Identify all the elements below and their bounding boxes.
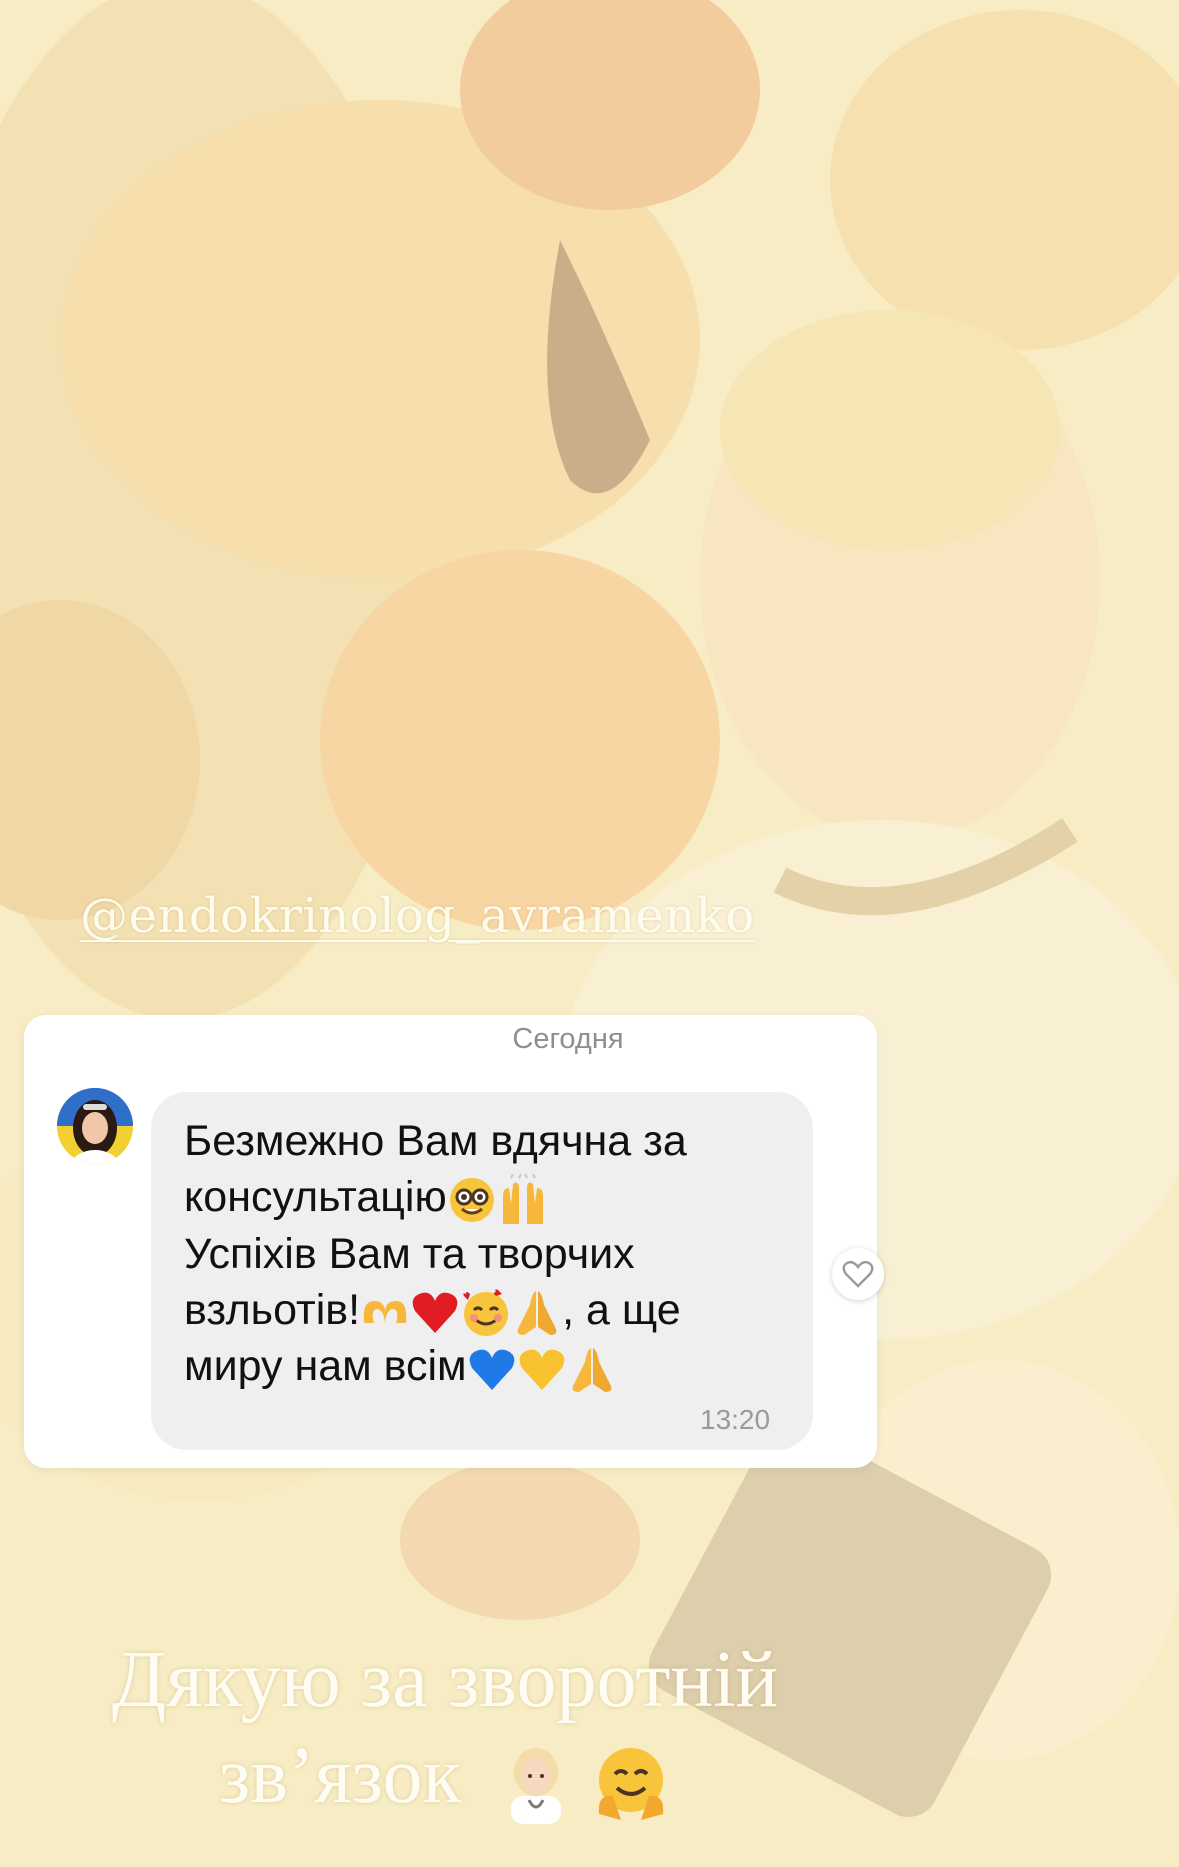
message-line: консультацію: [184, 1169, 804, 1226]
hugging-face-emoji: [599, 1747, 664, 1820]
smiling-face-with-hearts-emoji: [463, 1289, 509, 1337]
message-line-suffix: , а ще: [562, 1285, 681, 1334]
caption-line: зв’язок: [0, 1728, 890, 1824]
message-text: Безмежно Вам вдячна за консультацію Успі…: [184, 1113, 804, 1394]
message-line-text: взльотів!: [184, 1285, 361, 1334]
message-line-text: миру нам всім: [184, 1342, 467, 1391]
woman-health-worker-emoji: [511, 1747, 562, 1824]
yellow-heart-emoji: [519, 1349, 564, 1390]
like-button[interactable]: [832, 1248, 884, 1300]
avatar[interactable]: [57, 1088, 133, 1164]
mention-sticker[interactable]: @endokrinolog_avramenko: [80, 888, 755, 944]
message-line: взльотів! , а ще: [184, 1282, 804, 1339]
blue-heart-emoji: [469, 1349, 514, 1390]
message-line: Успіхів Вам та творчих: [184, 1229, 635, 1278]
nerd-face-emoji: [449, 1177, 494, 1222]
caption-line: Дякую за зворотній: [111, 1636, 779, 1724]
story-caption: Дякую за зворотній зв’язок: [0, 1632, 890, 1824]
folded-hands-emoji: [572, 1347, 612, 1392]
folded-hands-emoji: [517, 1291, 557, 1336]
message-line-text: консультацію: [184, 1173, 447, 1221]
avatar-portrait-icon: [57, 1088, 133, 1164]
date-separator: Сегодня: [512, 1023, 624, 1055]
raising-hands-emoji: [502, 1173, 543, 1224]
message-timestamp: 13:20: [700, 1404, 771, 1435]
red-heart-emoji: [412, 1292, 458, 1334]
heart-outline-icon: [842, 1260, 874, 1288]
message-line: миру нам всім: [184, 1338, 804, 1394]
heart-hands-emoji: [363, 1301, 407, 1324]
message-line: Безмежно Вам вдячна за: [184, 1117, 687, 1165]
caption-line-text: зв’язок: [218, 1732, 462, 1820]
